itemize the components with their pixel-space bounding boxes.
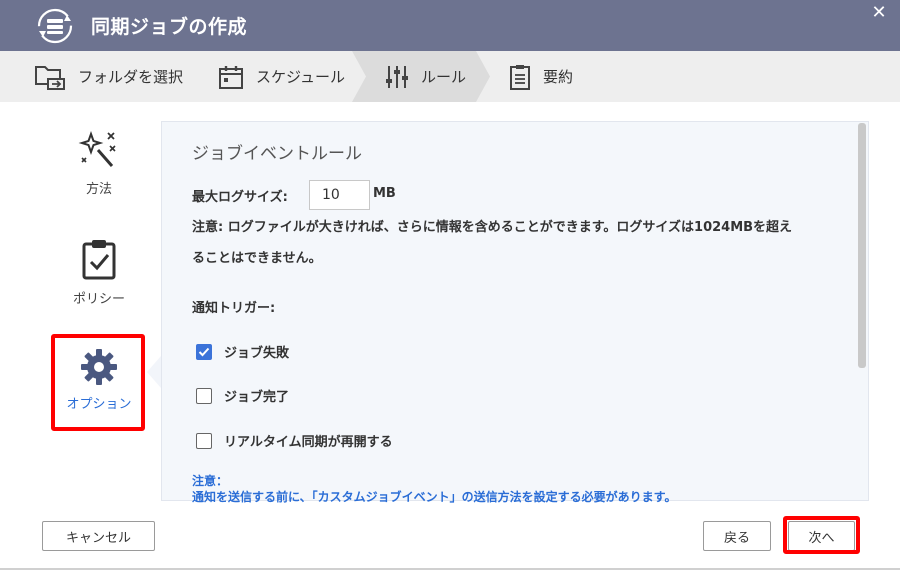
window-title: 同期ジョブの作成	[91, 16, 248, 38]
options-highlight	[51, 334, 145, 431]
notice-title: 注意：	[192, 474, 229, 488]
step-label: スケジュール	[256, 68, 345, 86]
step-summary: 要約	[509, 51, 573, 102]
panel-scrollbar[interactable]	[858, 123, 866, 368]
log-size-note-line2: ることはできません。	[192, 251, 322, 266]
clipboard-check-icon	[82, 240, 116, 280]
sidebar-item-method[interactable]: 方法	[54, 130, 144, 197]
step-label: 要約	[543, 68, 574, 86]
log-size-unit: MB	[373, 186, 396, 201]
trigger-label: 通知トリガー:	[192, 301, 276, 316]
checkbox[interactable]	[196, 343, 212, 360]
log-size-input[interactable]	[309, 180, 370, 210]
title-bar: 同期ジョブの作成 ✕	[0, 0, 900, 51]
checkbox-label: ジョブ失敗	[224, 346, 290, 361]
wizard-steps: フォルダを選択 スケジュール ルール 要約	[0, 51, 900, 102]
step-schedule: スケジュール	[218, 51, 345, 102]
trigger-realtime-resume[interactable]: リアルタイム同期が再開する	[196, 431, 393, 450]
clipboard-list-icon	[510, 64, 530, 90]
sidebar-item-label: ポリシー	[72, 292, 125, 307]
notice-text: 通知を送信する前に、「カスタムジョブイベント」の送信方法を設定する必要があります…	[192, 490, 677, 504]
next-highlight	[783, 516, 860, 554]
step-select-folder: フォルダを選択	[34, 51, 183, 102]
cancel-button[interactable]: キャンセル	[42, 521, 155, 551]
section-title: ジョブイベントルール	[192, 144, 362, 164]
close-icon[interactable]: ✕	[868, 2, 890, 24]
log-size-note-line1: 注意: ログファイルが大きければ、さらに情報を含めることができます。ログサイズは…	[192, 220, 793, 235]
checkbox[interactable]	[196, 387, 212, 404]
checkbox-label: ジョブ完了	[224, 390, 290, 405]
checkbox[interactable]	[196, 432, 212, 449]
sidebar-item-policy[interactable]: ポリシー	[54, 238, 144, 307]
step-label: フォルダを選択	[78, 68, 184, 86]
back-button[interactable]: 戻る	[703, 521, 771, 551]
sidebar-item-label: 方法	[85, 182, 112, 197]
calendar-icon	[219, 65, 243, 89]
selection-pointer	[147, 356, 161, 388]
checkmark-icon	[198, 347, 210, 356]
trigger-job-completed[interactable]: ジョブ完了	[196, 386, 289, 405]
trigger-job-failed[interactable]: ジョブ失敗	[196, 342, 289, 361]
folder-sync-icon	[35, 65, 65, 90]
step-rules: ルール	[385, 51, 466, 102]
step-label: ルール	[421, 68, 467, 86]
log-size-label: 最大ログサイズ:	[192, 190, 288, 205]
magic-wand-icon	[78, 131, 116, 167]
checkbox-label: リアルタイム同期が再開する	[224, 435, 393, 450]
sliders-icon	[386, 65, 408, 88]
sync-job-icon	[37, 8, 73, 44]
